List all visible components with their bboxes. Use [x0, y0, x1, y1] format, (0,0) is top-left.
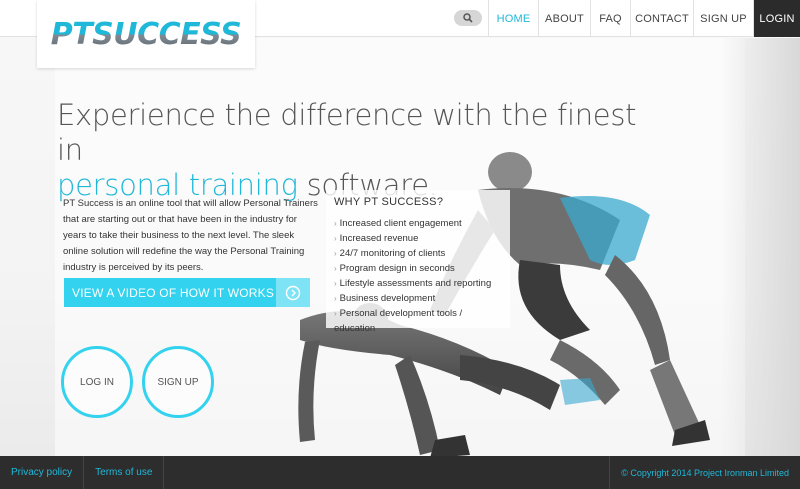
list-item-text: Increased revenue	[339, 233, 419, 244]
list-item-text: Increased client engagement	[339, 218, 462, 229]
main-nav: HOME ABOUT FAQ CONTACT SIGN UP LOGIN	[488, 0, 800, 37]
why-list: › Increased client engagement › Increased …	[334, 216, 502, 336]
search-button[interactable]	[454, 10, 482, 26]
privacy-policy-link[interactable]: Privacy policy	[0, 456, 85, 489]
chevron-right-icon: ›	[334, 264, 337, 273]
log-in-button[interactable]: LOG IN	[61, 346, 133, 418]
copyright-text: © Copyright 2014 Project Ironman Limited	[609, 456, 800, 489]
list-item: › Personal development tools / education	[334, 306, 502, 336]
list-item-text: 24/7 monitoring of clients	[339, 248, 446, 259]
logo: PTSUCCESS	[50, 16, 242, 52]
list-item: › Program design in seconds	[334, 261, 502, 276]
search-icon	[463, 13, 473, 23]
chevron-right-icon: ›	[334, 249, 337, 258]
list-item-text: Business development	[339, 293, 436, 304]
list-item-text: Program design in seconds	[339, 263, 455, 274]
chevron-right-icon: ›	[334, 294, 337, 303]
list-item: › Increased client engagement	[334, 216, 502, 231]
chevron-right-icon: ›	[334, 279, 337, 288]
nav-about[interactable]: ABOUT	[538, 0, 590, 37]
chevron-right-icon: ›	[334, 219, 337, 228]
list-item: › Lifestyle assessments and reporting	[334, 276, 502, 291]
list-item: › 24/7 monitoring of clients	[334, 246, 502, 261]
nav-faq[interactable]: FAQ	[590, 0, 630, 37]
play-arrow-icon	[276, 278, 310, 307]
footer: Privacy policy Terms of use © Copyright …	[0, 456, 800, 489]
right-shade	[720, 38, 800, 458]
watch-video-button[interactable]: VIEW A VIDEO OF HOW IT WORKS	[64, 278, 310, 307]
list-item-text: Personal development tools / education	[334, 308, 463, 334]
why-title: WHY PT SUCCESS?	[334, 196, 444, 208]
terms-of-use-link[interactable]: Terms of use	[84, 456, 165, 489]
chevron-right-icon: ›	[334, 309, 337, 318]
watch-video-label: VIEW A VIDEO OF HOW IT WORKS	[72, 285, 275, 300]
nav-login[interactable]: LOGIN	[753, 0, 800, 37]
sign-up-button[interactable]: SIGN UP	[142, 346, 214, 418]
nav-sign-up[interactable]: SIGN UP	[693, 0, 753, 37]
why-panel: WHY PT SUCCESS? › Increased client engage…	[326, 190, 510, 334]
list-item: › Increased revenue	[334, 231, 502, 246]
chevron-right-icon: ›	[334, 234, 337, 243]
nav-home[interactable]: HOME	[488, 0, 538, 37]
list-item-text: Lifestyle assessments and reporting	[339, 278, 492, 289]
list-item: › Business development	[334, 291, 502, 306]
log-in-label: LOG IN	[80, 376, 114, 388]
nav-contact[interactable]: CONTACT	[630, 0, 693, 37]
sign-up-label: SIGN UP	[157, 376, 199, 388]
logo-link[interactable]: PTSUCCESS	[37, 0, 255, 68]
intro-text: PT Success is an online tool that will a…	[63, 198, 318, 273]
